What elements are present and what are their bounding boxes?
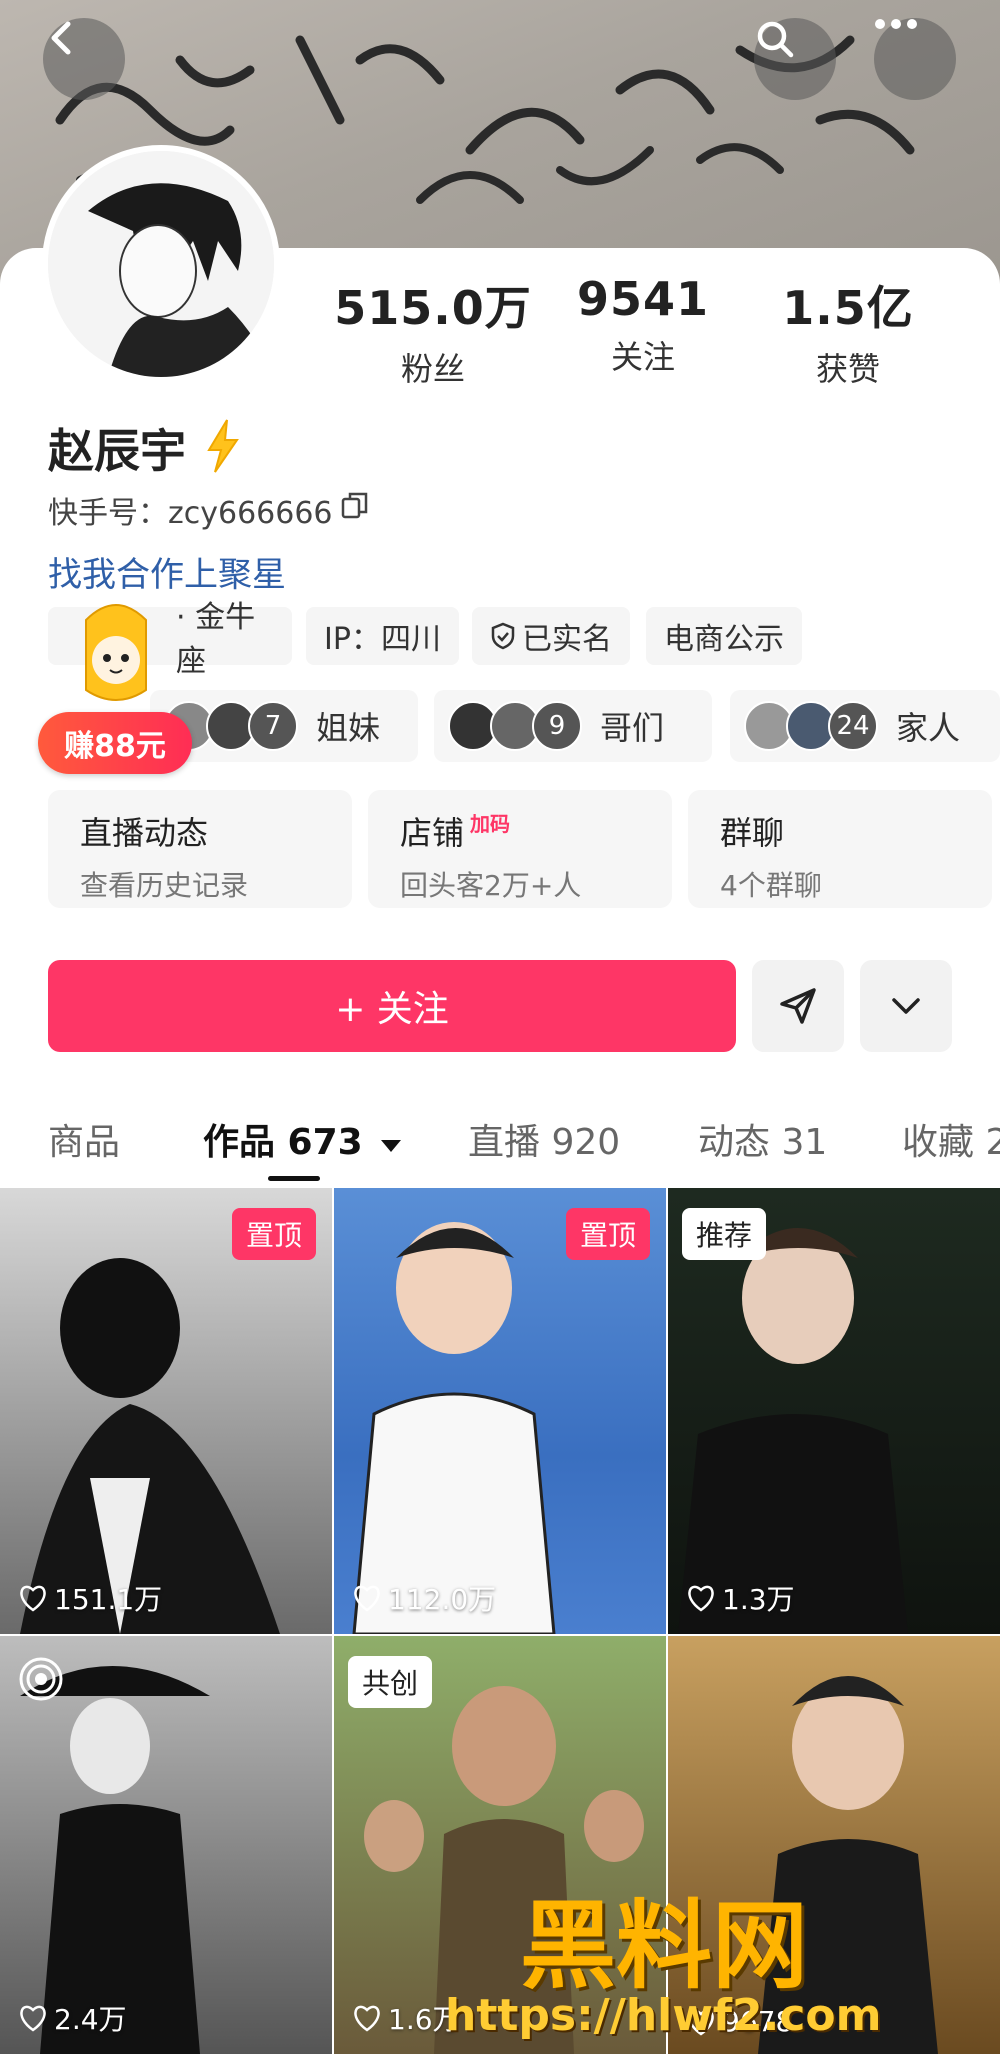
group-family[interactable]: 24 家人 — [730, 690, 1000, 762]
likes-label: 获赞 — [815, 350, 880, 388]
tile-title-text: 店铺 — [400, 814, 465, 852]
watermark-url: https://hlwf2.com — [445, 1990, 882, 2041]
tile-group-chat[interactable]: 群聊 4个群聊 — [688, 790, 992, 908]
heart-icon — [354, 1585, 380, 1612]
profile-name: 赵辰宇 — [48, 424, 186, 478]
fans-label: 粉丝 — [400, 350, 465, 388]
heart-icon — [20, 1585, 46, 1612]
tile-title: 店铺 加码 — [400, 808, 640, 854]
group-count: 7 — [248, 701, 298, 751]
video-thumb[interactable]: 推荐 1.3万 — [668, 1188, 1000, 1634]
tab-active-indicator — [268, 1176, 320, 1181]
share-button[interactable] — [752, 960, 844, 1052]
stat-fans[interactable]: 515.0万 粉丝 — [323, 272, 543, 390]
mascot-icon[interactable] — [64, 590, 168, 714]
following-count: 9541 — [576, 272, 710, 326]
shield-icon — [491, 622, 515, 650]
likes-count: 2.4万 — [54, 2003, 127, 2036]
chevron-left-icon — [51, 21, 71, 55]
tag-zodiac-label: · 金牛座 — [176, 600, 256, 679]
copy-icon[interactable] — [340, 490, 370, 520]
search-button[interactable] — [754, 18, 836, 100]
stat-likes[interactable]: 1.5亿 获赞 — [738, 272, 958, 390]
tag-ecommerce[interactable]: 电商公示 — [646, 607, 802, 665]
following-label: 关注 — [610, 338, 675, 376]
earn-promo-badge[interactable]: 赚88元 — [38, 712, 192, 774]
group-label: 家人 — [896, 709, 961, 747]
tile-subtitle: 回头客2万+人 — [400, 869, 582, 902]
lightning-icon — [207, 419, 239, 473]
group-label: 哥们 — [600, 709, 665, 747]
tag-verified: 已实名 — [472, 607, 630, 665]
tile-title: 直播动态 — [80, 814, 209, 852]
likes-count: 112.0万 — [388, 1583, 497, 1616]
pinned-badge: 置顶 — [231, 1208, 316, 1260]
caret-down-icon — [381, 1140, 402, 1152]
more-button[interactable] — [874, 18, 956, 100]
video-thumb[interactable]: 置顶 112.0万 — [334, 1188, 666, 1634]
recommended-badge: 推荐 — [682, 1208, 767, 1260]
kuaishou-id: 快手号：zcy666666 — [48, 496, 333, 531]
video-likes: 2.4万 — [18, 1998, 127, 2038]
send-icon — [780, 988, 816, 1024]
more-horizontal-icon — [875, 19, 917, 29]
collab-badge: 共创 — [348, 1656, 433, 1708]
tab-works-label: 作品 673 — [203, 1122, 363, 1163]
tile-title: 群聊 — [720, 814, 785, 852]
tile-live-history[interactable]: 直播动态 查看历史记录 — [48, 790, 352, 908]
tile-subtitle: 4个群聊 — [720, 869, 822, 902]
search-icon — [757, 21, 794, 58]
pinned-badge: 置顶 — [565, 1208, 650, 1260]
tab-moments[interactable]: 动态 31 — [698, 1113, 827, 1165]
likes-count: 1.3万 — [722, 1583, 795, 1616]
tile-shop[interactable]: 店铺 加码 回头客2万+人 — [368, 790, 672, 908]
tag-ecommerce-label: 电商公示 — [664, 622, 784, 657]
video-thumb[interactable]: 2.4万 — [0, 1636, 332, 2054]
video-thumb[interactable]: 置顶 151.1万 — [0, 1188, 332, 1634]
tab-favorites[interactable]: 收藏 2 — [902, 1113, 1000, 1165]
group-count: 9 — [532, 701, 582, 751]
tag-ip-label: IP：四川 — [324, 622, 441, 657]
tab-works[interactable]: 作品 673 — [203, 1113, 403, 1165]
group-count: 24 — [828, 701, 878, 751]
avatar[interactable] — [42, 145, 280, 383]
dropdown-button[interactable] — [860, 960, 952, 1052]
heart-icon — [688, 1585, 714, 1612]
tag-ip: IP：四川 — [306, 607, 459, 665]
stat-following[interactable]: 9541 关注 — [533, 272, 753, 378]
tab-products[interactable]: 商品 — [48, 1113, 120, 1165]
group-label: 姐妹 — [316, 709, 381, 747]
group-brothers[interactable]: 9 哥们 — [434, 690, 712, 762]
tag-verified-label: 已实名 — [522, 622, 612, 657]
live-broadcast-icon — [19, 1657, 63, 1701]
video-likes: 112.0万 — [352, 1578, 496, 1618]
chevron-down-icon — [892, 998, 920, 1014]
watermark-brand: 黑料网 — [520, 1890, 808, 2002]
video-likes: 151.1万 — [18, 1578, 162, 1618]
tab-live[interactable]: 直播 920 — [468, 1113, 620, 1165]
tile-subtitle: 查看历史记录 — [80, 869, 249, 902]
cooperation-link[interactable]: 找我合作上聚星 — [48, 547, 286, 596]
heart-icon — [354, 2005, 380, 2032]
fans-count: 515.0万 — [334, 281, 532, 335]
video-likes: 1.3万 — [686, 1578, 795, 1618]
back-button[interactable] — [43, 18, 125, 100]
follow-button[interactable]: + 关注 — [48, 960, 736, 1052]
likes-count: 151.1万 — [54, 1583, 163, 1616]
avatar-illustration — [48, 151, 274, 377]
shop-badge: 加码 — [470, 812, 511, 836]
heart-icon — [20, 2005, 46, 2032]
likes-count: 1.5亿 — [782, 281, 914, 335]
